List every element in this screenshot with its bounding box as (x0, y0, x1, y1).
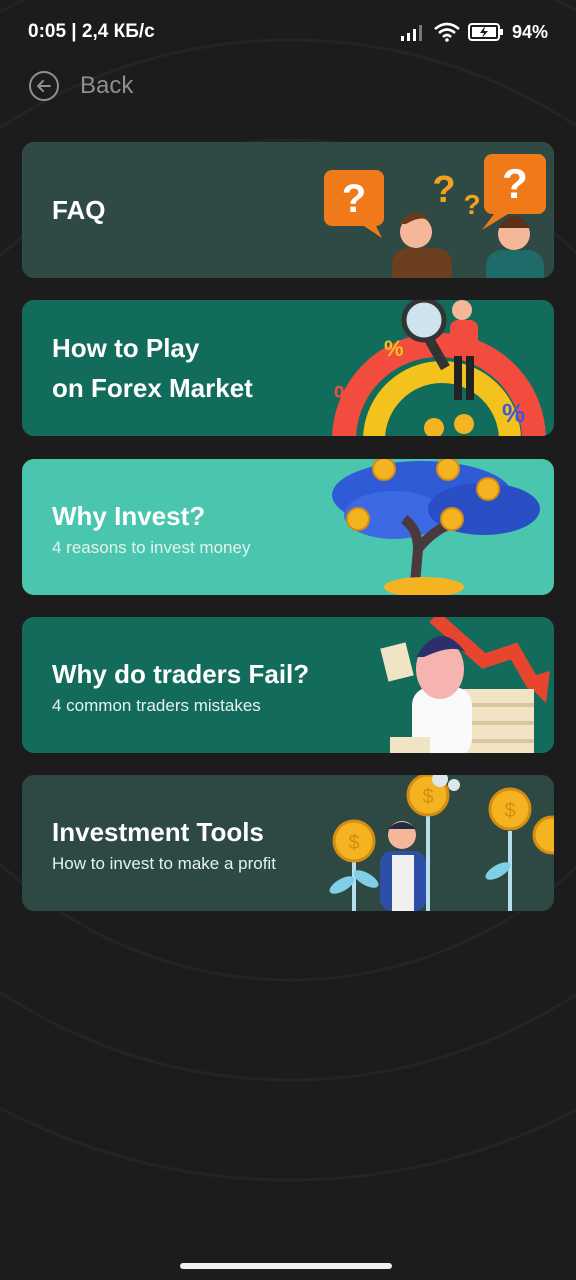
svg-text:%: % (334, 380, 357, 410)
card-title: FAQ (52, 195, 106, 225)
svg-text:$: $ (348, 832, 359, 854)
forex-illustration: % % % (332, 300, 546, 436)
svg-text:%: % (502, 398, 525, 428)
card-subtitle: 4 common traders mistakes (52, 696, 261, 715)
card-faq[interactable]: FAQ ? ? ? ? (22, 142, 554, 278)
svg-text:$: $ (422, 786, 433, 808)
card-how-to-play[interactable]: How to Play on Forex Market % % % (22, 300, 554, 436)
svg-text:?: ? (432, 169, 455, 211)
card-subtitle: How to invest to make a profit (52, 854, 276, 873)
faq-illustration: ? ? ? ? (324, 154, 546, 278)
card-title-line1: How to Play (52, 333, 200, 363)
home-indicator[interactable] (180, 1263, 392, 1269)
svg-text:?: ? (502, 160, 528, 207)
signal-icon (400, 25, 422, 41)
card-why-traders-fail[interactable]: Why do traders Fail? 4 common traders mi… (22, 617, 554, 753)
back-label: Back (80, 72, 134, 99)
battery-icon (467, 23, 503, 41)
back-button[interactable]: Back (28, 70, 133, 102)
svg-text:%: % (384, 336, 404, 361)
card-title-line2: on Forex Market (52, 373, 253, 403)
trader-fail-illustration (380, 617, 550, 753)
status-time-speed: 0:05 | 2,4 КБ/с (28, 21, 155, 42)
money-tree-illustration (332, 459, 540, 595)
battery-percent: 94% (511, 21, 548, 42)
svg-text:$: $ (504, 800, 515, 822)
status-bar: 0:05 | 2,4 КБ/с 94% (0, 0, 576, 64)
card-title: Why Invest? (52, 501, 206, 531)
back-arrow-icon (29, 71, 59, 101)
card-title: Investment Tools (52, 817, 264, 847)
card-investment-tools[interactable]: Investment Tools How to invest to make a… (22, 775, 554, 911)
svg-text:?: ? (342, 177, 366, 221)
wifi-icon (434, 22, 460, 42)
card-title: Why do traders Fail? (52, 659, 310, 689)
card-subtitle: 4 reasons to invest money (52, 538, 251, 557)
card-why-invest[interactable]: Why Invest? 4 reasons to invest money (22, 459, 554, 595)
svg-text:?: ? (463, 189, 480, 220)
investment-tools-illustration: $ $ $ (329, 775, 554, 911)
